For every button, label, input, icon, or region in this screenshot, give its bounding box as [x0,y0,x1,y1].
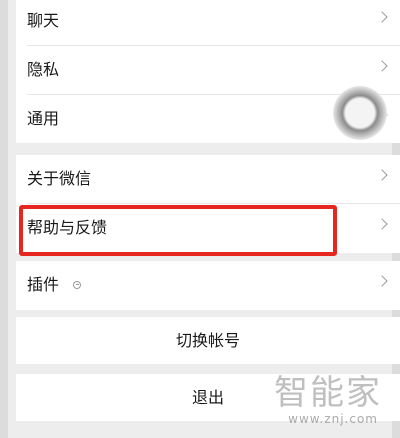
settings-group-plugins: 插件 [16,261,400,310]
settings-item-label: 插件 [27,275,60,294]
touch-indicator-icon [333,86,387,140]
settings-item-label: 通用 [27,109,60,128]
chevron-right-icon [376,169,388,181]
settings-item-label: 关于微信 [27,169,92,188]
settings-item-label: 聊天 [27,11,60,30]
chevron-right-icon [376,218,388,230]
chevron-right-icon [376,275,388,287]
settings-item-label: 隐私 [27,60,60,79]
chevron-right-icon [376,11,388,23]
settings-screen: 聊天 隐私 通用 关于微信 帮助与反馈 插件 切换帐号 退出 智能家 www.z… [0,0,400,438]
settings-item-about-wechat[interactable]: 关于微信 [16,155,400,204]
watermark-url: www.znj.com [288,412,378,426]
settings-item-plugins[interactable]: 插件 [16,261,400,310]
settings-item-chat[interactable]: 聊天 [16,0,400,46]
highlight-box [19,205,337,256]
settings-item-privacy[interactable]: 隐私 [16,46,400,95]
chevron-right-icon [376,60,388,72]
watermark-logo: 智能家 [274,373,382,413]
switch-account-label: 切换帐号 [175,331,240,350]
plugin-status-icon [73,281,81,289]
switch-account-button[interactable]: 切换帐号 [16,317,400,364]
